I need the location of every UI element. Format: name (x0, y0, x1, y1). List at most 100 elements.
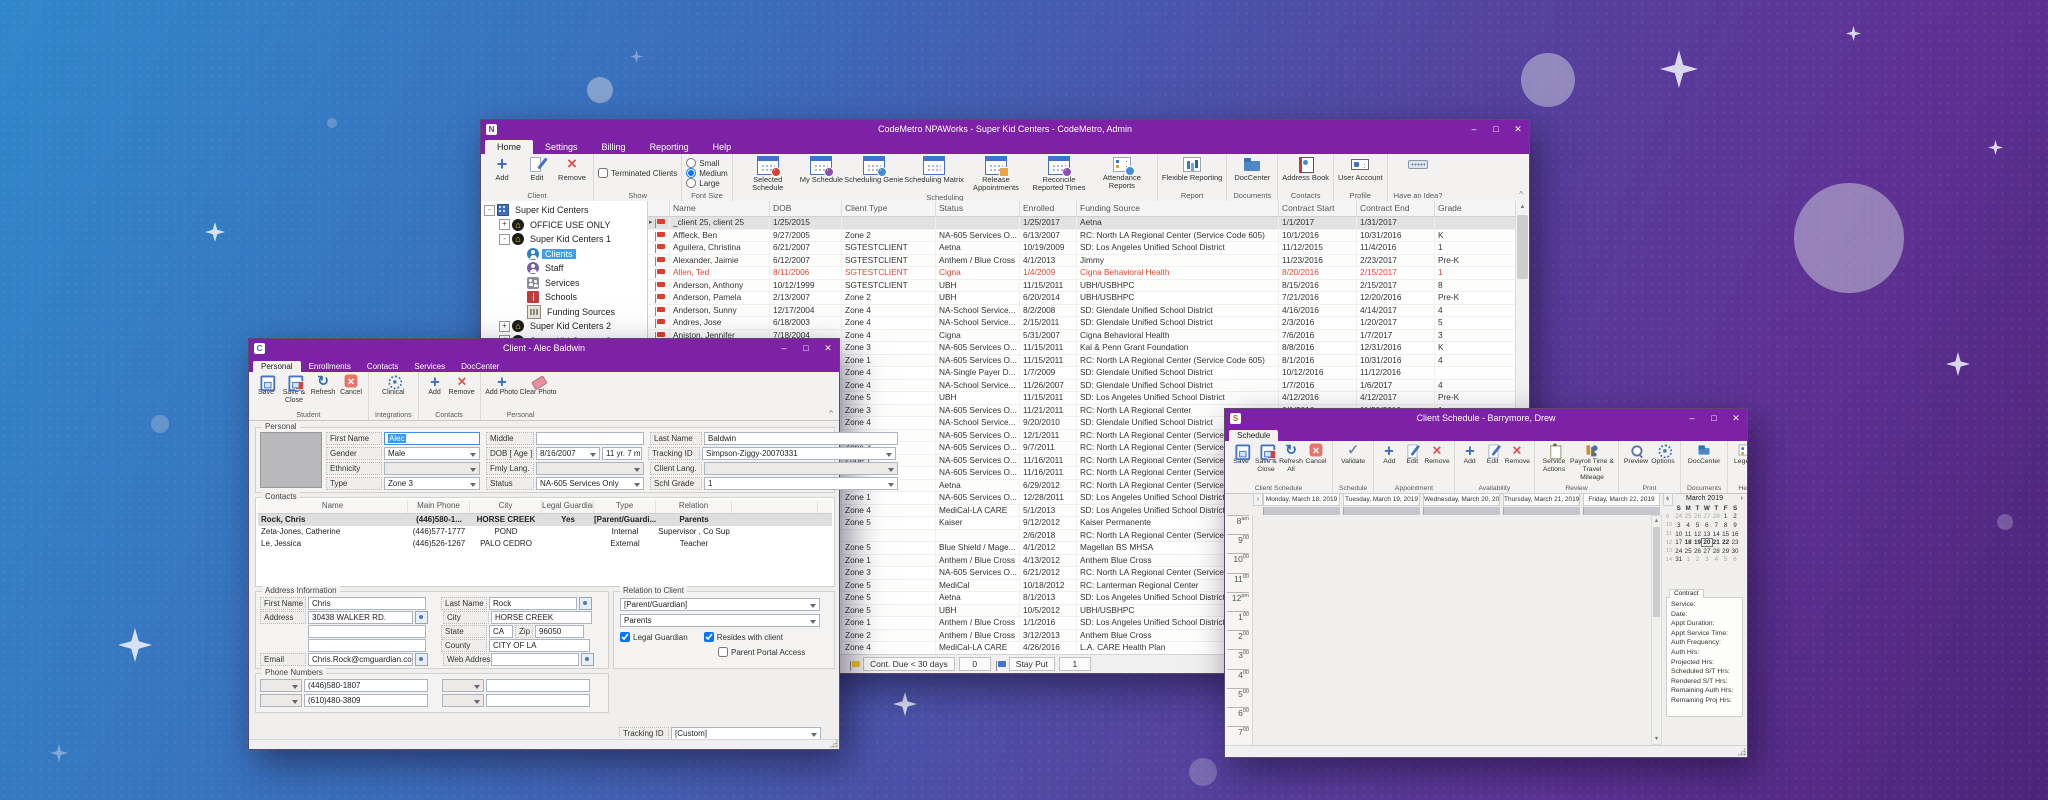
mini-calendar-day[interactable]: 11 (1683, 531, 1692, 538)
state-input[interactable]: CA (489, 625, 513, 638)
maximize-button[interactable]: □ (795, 339, 817, 357)
save-close-button[interactable]: Save & Close (1254, 443, 1278, 474)
day-header[interactable]: Thursday, March 21, 2019 (1503, 493, 1580, 506)
mini-calendar-day[interactable]: 3 (1674, 522, 1683, 529)
scheduling-genie-button[interactable]: Scheduling Genie (844, 156, 903, 184)
county-input[interactable]: CITY OF LA (489, 639, 590, 652)
schedule-title-bar[interactable]: S Client Schedule - Barrymore, Drew – □ … (1225, 409, 1747, 427)
appointment-edit-button[interactable]: Edit (1401, 443, 1423, 466)
minimize-button[interactable]: – (1463, 120, 1485, 138)
tree-item[interactable]: Clients (481, 247, 647, 262)
terminated-clients-input[interactable] (598, 168, 608, 178)
ribbon-collapse-icon[interactable]: ^ (1519, 190, 1529, 201)
client-title-bar[interactable]: C Client - Alec Baldwin – □ ✕ (249, 339, 839, 357)
day-header[interactable]: Monday, March 18, 2019 (1263, 493, 1340, 506)
mini-calendar-day[interactable]: 24 (1674, 548, 1683, 555)
mini-calendar-day[interactable]: 8 (1721, 522, 1730, 529)
availability-add-button[interactable]: Add (1459, 443, 1481, 466)
minimize-button[interactable]: – (1681, 409, 1703, 427)
contact-remove-button[interactable]: Remove (448, 374, 476, 397)
mini-calendar-day[interactable]: 31 (1674, 556, 1683, 563)
mini-calendar-day[interactable]: 25 (1683, 548, 1692, 555)
first-name-input[interactable]: Alec (384, 432, 480, 445)
address-book-button[interactable]: Address Book (1282, 156, 1329, 182)
mini-calendar-day[interactable]: 5 (1721, 556, 1730, 563)
service-actions-button[interactable]: Service Actions (1539, 443, 1569, 474)
user-account-button[interactable]: User Account (1338, 156, 1383, 182)
remove-client-button[interactable]: Remove (555, 156, 589, 182)
mini-calendar-day[interactable]: 6 (1730, 556, 1739, 563)
mini-calendar-day[interactable]: 17 (1674, 539, 1683, 546)
font-large-radio[interactable]: Large (686, 178, 719, 188)
column-header[interactable]: Contract End (1357, 201, 1435, 216)
phone-number-input[interactable]: (610)480-3809 (304, 694, 428, 707)
column-header[interactable]: Status (936, 201, 1020, 216)
column-header[interactable]: Funding Source (1077, 201, 1279, 216)
availability-remove-button[interactable]: Remove (1505, 443, 1530, 466)
maximize-button[interactable]: □ (1485, 120, 1507, 138)
relation-type-select[interactable]: [Parent/Guardian] (620, 598, 820, 611)
tree-expand-icon[interactable]: - (499, 234, 510, 245)
mini-calendar-day[interactable]: 18 (1683, 539, 1692, 546)
next-month-icon[interactable]: › (1741, 495, 1743, 502)
save-button[interactable]: Save (253, 374, 279, 397)
mini-calendar-day[interactable]: 4 (1683, 522, 1692, 529)
legal-guardian-checkbox[interactable]: Legal Guardian (620, 632, 688, 642)
mini-calendar-day[interactable]: 3 (1702, 556, 1711, 563)
mini-calendar-day[interactable]: 21 (1712, 539, 1721, 546)
mini-calendar-day[interactable]: 27 (1702, 548, 1711, 555)
phone-type-select[interactable] (442, 694, 484, 707)
email-input[interactable]: Chris.Rock@cmguardian.com (308, 653, 413, 666)
family-language-select[interactable] (536, 462, 644, 475)
phone-type-select[interactable] (260, 694, 302, 707)
resides-with-client-checkbox[interactable]: Resides with client (704, 632, 783, 642)
minimize-button[interactable]: – (773, 339, 795, 357)
doccenter-button[interactable]: DocCenter (1234, 156, 1270, 182)
mini-calendar-day[interactable]: 29 (1721, 548, 1730, 555)
mini-calendar-day[interactable]: 28 (1712, 513, 1721, 520)
addr-last-name-input[interactable]: Rock (489, 597, 577, 610)
cancel-button[interactable]: Cancel (338, 374, 364, 397)
table-row[interactable]: Anderson, Sunny12/17/2004Zone 4NA-School… (648, 305, 1529, 318)
mini-calendar-day[interactable]: 10 (1674, 531, 1683, 538)
tree-item[interactable]: -Super Kid Centers (481, 203, 647, 218)
mini-calendar-day[interactable]: 22 (1721, 539, 1730, 546)
table-row[interactable]: ▸_client 25, client 251/25/20151/25/2017… (648, 217, 1529, 230)
address3-input[interactable] (308, 639, 426, 652)
tracking-id-select[interactable]: Simpson-Ziggy-20070331 (702, 447, 896, 460)
contact-add-button[interactable]: Add (423, 374, 447, 397)
attendance-reports-button[interactable]: Attendance Reports (1091, 156, 1153, 190)
refresh-all-button[interactable]: Refresh All (1279, 443, 1303, 474)
mini-calendar-day[interactable]: 30 (1730, 548, 1739, 555)
map-icon[interactable] (415, 611, 428, 624)
tree-item[interactable]: Funding Sources (481, 305, 647, 320)
phone-type-select[interactable] (260, 679, 302, 692)
tab-billing[interactable]: Billing (590, 140, 638, 154)
mini-calendar-day[interactable]: 15 (1721, 531, 1730, 538)
save-close-button[interactable]: Save & Close (280, 374, 308, 405)
prev-day-icon[interactable]: ‹ (1253, 493, 1263, 506)
table-row[interactable]: Affleck, Ben9/27/2005Zone 2NA-605 Servic… (648, 230, 1529, 243)
contacts-row[interactable]: Rock, Chris(446)580-1...HORSE CREEKYes[P… (258, 514, 832, 526)
tree-item[interactable]: Staff (481, 261, 647, 276)
day-header[interactable]: Wednesday, March 20, 2019 (1423, 493, 1500, 506)
mini-calendar-day[interactable]: 6 (1702, 522, 1711, 529)
tab-reporting[interactable]: Reporting (638, 140, 701, 154)
mini-calendar-day[interactable]: 19 (1693, 539, 1702, 546)
table-row[interactable]: Anderson, Anthony10/12/1999SGTESTCLIENTU… (648, 280, 1529, 293)
mini-calendar-day[interactable]: 26 (1693, 548, 1702, 555)
column-header[interactable]: Client Type (842, 201, 936, 216)
mini-calendar[interactable]: ‹ March 2019 › SMTWTFS924252627281210345… (1666, 493, 1743, 564)
close-button[interactable]: ✕ (1725, 409, 1747, 427)
web-address-input[interactable] (491, 653, 579, 666)
mini-calendar-day[interactable]: 9 (1730, 522, 1739, 529)
email-icon[interactable] (415, 653, 428, 666)
reconcile-reported-times-button[interactable]: Reconcile Reported Times (1028, 156, 1090, 192)
tab-services[interactable]: Services (406, 361, 453, 372)
mini-calendar-day[interactable]: 1 (1721, 513, 1730, 520)
parent-portal-access-checkbox[interactable]: Parent Portal Access (718, 647, 805, 657)
mini-calendar-day[interactable]: 1 (1683, 556, 1692, 563)
validate-button[interactable]: Validate (1338, 443, 1368, 466)
tree-expand-icon[interactable]: + (499, 219, 510, 230)
mini-calendar-day[interactable]: 26 (1693, 513, 1702, 520)
